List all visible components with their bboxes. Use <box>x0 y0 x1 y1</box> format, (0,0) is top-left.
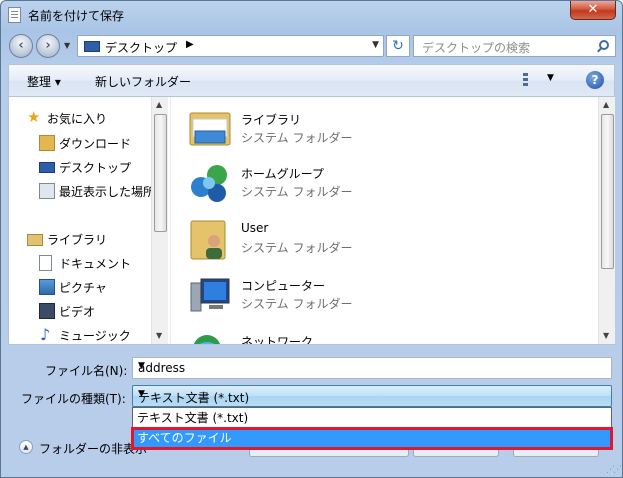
hide-folders-label: フォルダーの非表示 <box>39 442 148 456</box>
music-icon: ♪ <box>40 325 51 344</box>
help-icon[interactable]: ? <box>586 71 604 89</box>
address-location[interactable]: デスクトップ <box>105 39 177 56</box>
search-input[interactable]: デスクトップの検索 <box>422 39 530 56</box>
command-toolbar: 整理 ▾ 新しいフォルダー ▼ ? <box>8 64 615 96</box>
browser-pane: ★ お気に入り ダウンロード デスクトップ 最近表示した場所 ライブラリ ドキュ… <box>8 96 615 345</box>
network-icon <box>187 329 233 344</box>
breadcrumb-arrow-icon[interactable]: ▶ <box>186 39 194 50</box>
filetype-select[interactable]: テキスト文書 (*.txt) ▼ <box>132 385 612 407</box>
forward-button[interactable]: › <box>36 34 60 58</box>
filetype-option-all-files[interactable]: すべてのファイル <box>131 427 613 450</box>
item-name: コンピューター <box>241 279 326 293</box>
filetype-option-txt[interactable]: テキスト文書 (*.txt) <box>133 409 611 428</box>
filetype-dropdown-list: テキスト文書 (*.txt) すべてのファイル <box>131 407 613 450</box>
tree-item-label: 最近表示した場所 <box>59 185 156 199</box>
organize-button[interactable]: 整理 ▾ <box>27 73 61 90</box>
chevron-down-icon[interactable]: ▼ <box>138 389 606 399</box>
tree-favorites-label: お気に入り <box>47 112 108 126</box>
back-button[interactable]: ‹ <box>9 34 33 58</box>
scroll-up-icon[interactable]: ▲ <box>603 100 609 109</box>
navigation-pane: ★ お気に入り ダウンロード デスクトップ 最近表示した場所 ライブラリ ドキュ… <box>9 97 169 344</box>
pictures-icon <box>39 279 55 295</box>
item-type: システム フォルダー <box>241 297 353 311</box>
search-box[interactable]: デスクトップの検索 <box>413 35 616 57</box>
scroll-thumb[interactable] <box>601 114 614 269</box>
documents-icon <box>39 255 52 271</box>
scroll-thumb[interactable] <box>154 114 167 232</box>
list-item[interactable]: ホームグループ システム フォルダー <box>179 155 579 209</box>
scroll-down-icon[interactable]: ▼ <box>603 331 609 340</box>
filename-label: ファイル名(N): <box>45 364 128 378</box>
list-item[interactable]: ライブラリ システム フォルダー <box>179 101 579 155</box>
homegroup-icon <box>187 161 233 205</box>
list-item[interactable]: コンピューター システム フォルダー <box>179 267 579 321</box>
tree-libraries-label: ライブラリ <box>47 233 108 247</box>
filename-field[interactable]: address ▼ <box>132 357 612 379</box>
window-title: 名前を付けて保存 <box>28 9 125 23</box>
scroll-up-icon[interactable]: ▲ <box>156 100 162 109</box>
pane-splitter[interactable] <box>170 97 174 344</box>
star-icon: ★ <box>27 108 41 126</box>
item-name: ネットワーク <box>241 335 314 344</box>
address-dropdown-icon[interactable]: ▼ <box>372 40 379 50</box>
list-item[interactable]: ネットワーク <box>179 323 579 344</box>
search-icon[interactable] <box>599 40 609 50</box>
address-bar[interactable]: デスクトップ ▶ ▼ <box>77 35 384 57</box>
user-folder-icon <box>187 217 233 261</box>
tree-item-label: ドキュメント <box>59 257 132 271</box>
notepad-icon <box>8 7 21 23</box>
filetype-label: ファイルの種類(T): <box>21 392 126 406</box>
chevron-up-icon[interactable]: ▲ <box>19 440 33 454</box>
computer-icon <box>187 273 233 317</box>
library-icon <box>27 234 43 246</box>
view-options-dropdown-icon[interactable]: ▼ <box>547 73 554 83</box>
tree-item-label: ピクチャ <box>59 281 107 295</box>
save-as-dialog: 名前を付けて保存 ✕ ‹ › ▼ デスクトップ ▶ ▼ ↻ デスクトップの検索 … <box>0 0 623 478</box>
list-item[interactable]: User システム フォルダー <box>179 211 579 265</box>
close-button[interactable]: ✕ <box>570 1 616 20</box>
file-list-scrollbar[interactable]: ▲ ▼ <box>598 97 615 344</box>
refresh-button[interactable]: ↻ <box>386 35 410 57</box>
tree-item-label: ビデオ <box>59 305 96 319</box>
resize-grip-icon[interactable]: ⋰⋰ <box>606 465 622 475</box>
chevron-down-icon[interactable]: ▼ <box>138 361 606 371</box>
navigation-row: ‹ › ▼ デスクトップ ▶ ▼ ↻ デスクトップの検索 <box>1 31 622 61</box>
change-view-icon[interactable] <box>523 73 539 87</box>
downloads-folder-icon <box>39 135 55 151</box>
videos-icon <box>39 303 55 319</box>
item-type: システム フォルダー <box>241 131 353 145</box>
title-bar: 名前を付けて保存 ✕ <box>1 1 622 29</box>
navigation-scrollbar[interactable]: ▲ ▼ <box>151 97 168 344</box>
item-name: User <box>241 221 269 235</box>
library-icon <box>187 107 233 151</box>
item-name: ホームグループ <box>241 167 324 181</box>
file-list: ライブラリ システム フォルダー ホームグループ システム フォルダー User… <box>179 97 599 344</box>
recent-pages-dropdown[interactable]: ▼ <box>64 41 70 50</box>
item-type: システム フォルダー <box>241 185 353 199</box>
desktop-icon <box>39 162 55 173</box>
tree-item-label: デスクトップ <box>59 161 132 175</box>
tree-item-label: ミュージック <box>59 329 131 343</box>
desktop-icon <box>84 41 100 52</box>
recent-places-icon <box>39 183 55 199</box>
scroll-down-icon[interactable]: ▼ <box>156 331 162 340</box>
tree-item-label: ダウンロード <box>59 137 132 151</box>
item-name: ライブラリ <box>241 113 302 127</box>
new-folder-button[interactable]: 新しいフォルダー <box>95 73 191 90</box>
item-type: システム フォルダー <box>241 241 353 255</box>
